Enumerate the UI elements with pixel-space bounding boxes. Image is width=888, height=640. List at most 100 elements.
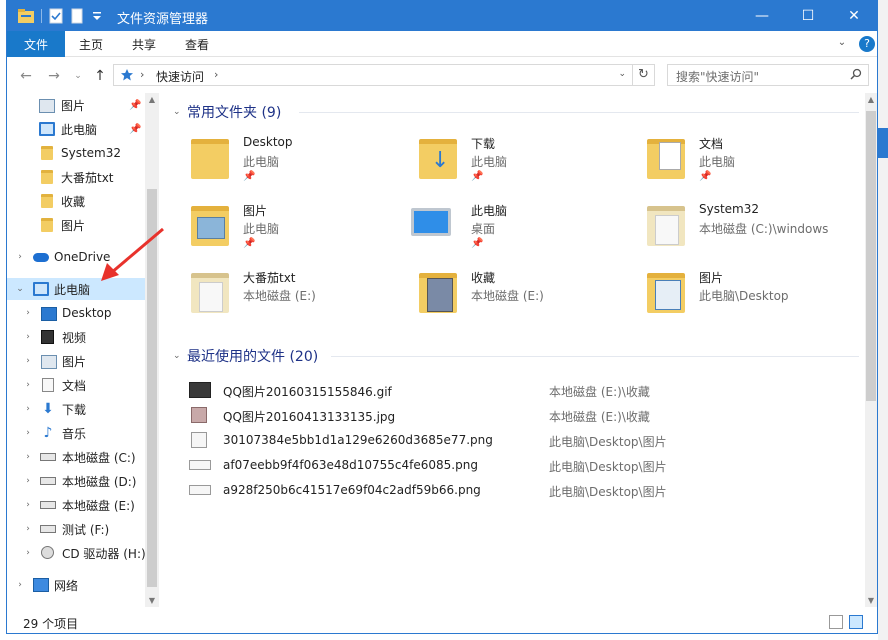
close-button[interactable]: ✕ [831, 1, 877, 31]
title-bar[interactable]: 文件资源管理器 — ☐ ✕ [7, 1, 877, 31]
up-button[interactable]: ↑ [91, 67, 109, 85]
chevron-right-icon[interactable]: › [23, 380, 33, 390]
section-title: 最近使用的文件 (20) [187, 349, 319, 365]
folder-icon [41, 194, 53, 208]
tab-share[interactable]: 共享 [117, 31, 171, 57]
chevron-right-icon[interactable]: › [23, 524, 33, 534]
expand-ribbon-icon[interactable]: ⌄ [835, 37, 849, 51]
scroll-up-icon[interactable]: ▲ [145, 95, 159, 104]
content-scrollbar-thumb[interactable] [866, 111, 876, 401]
scroll-down-icon[interactable]: ▼ [145, 596, 159, 605]
tile-pictures[interactable]: 图片 此电脑 📌 [181, 198, 405, 258]
nav-item-label: System32 [61, 146, 122, 160]
maximize-button[interactable]: ☐ [785, 1, 831, 31]
nav-item-pictures-pinned[interactable]: 图片 📌 [7, 94, 145, 116]
chevron-right-icon[interactable]: › [15, 580, 25, 590]
chevron-right-icon[interactable]: › [23, 500, 33, 510]
section-recent-files[interactable]: ⌄ 最近使用的文件 (20) [173, 346, 318, 366]
address-row: ← → ⌄ ↑ › 快速访问 › ⌄ ↻ 搜索"快速访问" [7, 57, 877, 93]
chevron-right-icon[interactable]: › [23, 452, 33, 462]
recent-file-name: af07eebb9f4f063e48d10755c4fe6085.png [223, 458, 478, 472]
chevron-down-icon[interactable]: ⌄ [15, 284, 25, 294]
details-view-icon[interactable] [829, 615, 843, 629]
tile-documents[interactable]: 文档 此电脑 📌 [637, 131, 861, 191]
recent-file-row[interactable]: QQ图片20160315155846.gif 本地磁盘 (E:)\收藏 [187, 378, 857, 402]
tile-downloads[interactable]: 下载 此电脑 📌 [409, 131, 633, 191]
tab-home[interactable]: 主页 [65, 31, 117, 57]
nav-item-onedrive[interactable]: › OneDrive [7, 246, 145, 268]
breadcrumb-separator[interactable]: › [140, 68, 144, 81]
chevron-right-icon[interactable]: › [23, 428, 33, 438]
content-scrollbar[interactable]: ▲ ▼ [865, 93, 877, 607]
desktop-icon [41, 307, 57, 321]
chevron-down-icon[interactable]: ⌄ [173, 107, 187, 117]
tile-desktop[interactable]: Desktop 此电脑 📌 [181, 131, 405, 191]
recent-file-row[interactable]: QQ图片20160413133135.jpg 本地磁盘 (E:)\收藏 [187, 403, 857, 427]
nav-item-pictures-folder[interactable]: 图片 [7, 214, 145, 236]
nav-item-drive-d[interactable]: › 本地磁盘 (D:) [7, 470, 145, 492]
chevron-right-icon[interactable]: › [23, 332, 33, 342]
recent-file-row[interactable]: 30107384e5bb1d1a129e6260d3685e77.png 此电脑… [187, 428, 857, 452]
tile-desktop-pictures[interactable]: 图片 此电脑\Desktop [637, 265, 861, 325]
tab-view[interactable]: 查看 [171, 31, 223, 57]
tab-file[interactable]: 文件 [7, 31, 65, 57]
new-folder-icon[interactable] [71, 7, 85, 25]
png-thumbnail-icon [191, 432, 207, 448]
recent-locations-button[interactable]: ⌄ [69, 67, 87, 85]
nav-item-label: 音乐 [62, 426, 87, 441]
explorer-window: 文件资源管理器 — ☐ ✕ 文件 主页 共享 查看 ⌄ ? ← → ⌄ ↑ › … [6, 0, 878, 634]
recent-file-row[interactable]: a928f250b6c41517e69f04c2adf59b66.png 此电脑… [187, 478, 857, 502]
nav-scrollbar[interactable]: ▲ ▼ [145, 93, 159, 607]
nav-item-network[interactable]: › 网络 [7, 574, 145, 596]
chevron-right-icon[interactable]: › [23, 404, 33, 414]
tile-system32[interactable]: System32 本地磁盘 (C:)\windows [637, 198, 861, 258]
nav-item-drive-f[interactable]: › 测试 (F:) [7, 518, 145, 540]
nav-item-label: 本地磁盘 (C:) [62, 450, 136, 465]
chevron-down-icon[interactable]: ⌄ [173, 351, 187, 361]
nav-item-cd-drive[interactable]: › CD 驱动器 (H:) [7, 542, 146, 564]
nav-item-favorites[interactable]: 收藏 [7, 190, 145, 212]
recent-file-path: 此电脑\Desktop\图片 [549, 460, 667, 474]
nav-item-documents[interactable]: › 文档 [7, 374, 145, 396]
help-icon[interactable]: ? [859, 36, 875, 52]
nav-scrollbar-thumb[interactable] [147, 189, 157, 587]
chevron-right-icon[interactable]: › [23, 356, 33, 366]
large-icons-view-icon[interactable] [849, 615, 863, 629]
chevron-right-icon[interactable]: › [23, 548, 33, 558]
chevron-right-icon[interactable]: › [23, 476, 33, 486]
back-button[interactable]: ← [17, 67, 35, 85]
search-icon[interactable] [850, 68, 862, 83]
scroll-down-icon[interactable]: ▼ [865, 596, 877, 605]
recent-file-row[interactable]: af07eebb9f4f063e48d10755c4fe6085.png 此电脑… [187, 453, 857, 477]
nav-item-drive-e[interactable]: › 本地磁盘 (E:) [7, 494, 145, 516]
section-frequent-folders[interactable]: ⌄ 常用文件夹 (9) [173, 102, 281, 122]
nav-item-music[interactable]: › ♪ 音乐 [7, 422, 145, 444]
recent-file-name: a928f250b6c41517e69f04c2adf59b66.png [223, 483, 481, 497]
nav-item-drive-c[interactable]: › 本地磁盘 (C:) [7, 446, 145, 468]
quick-access-folder-icon[interactable] [17, 7, 35, 25]
nav-item-pictures[interactable]: › 图片 [7, 350, 145, 372]
address-history-dropdown[interactable]: ⌄ [618, 69, 626, 79]
nav-item-this-pc-pinned[interactable]: 此电脑 📌 [7, 118, 145, 140]
search-box[interactable]: 搜索"快速访问" [667, 64, 869, 86]
breadcrumb-quick-access[interactable]: 快速访问 [156, 68, 204, 85]
refresh-button[interactable]: ↻ [633, 64, 655, 86]
chevron-right-icon[interactable]: › [23, 308, 33, 318]
nav-item-videos[interactable]: › 视频 [7, 326, 145, 348]
tile-favorites[interactable]: 收藏 本地磁盘 (E:) [409, 265, 633, 325]
nav-item-downloads[interactable]: › ⬇ 下载 [7, 398, 145, 420]
chevron-right-icon[interactable]: › [15, 252, 25, 262]
breadcrumb-separator-2[interactable]: › [214, 68, 218, 81]
nav-item-system32[interactable]: System32 [7, 142, 145, 164]
nav-item-this-pc[interactable]: ⌄ 此电脑 [7, 278, 145, 300]
nav-item-desktop[interactable]: › Desktop [7, 302, 145, 324]
tile-this-pc[interactable]: 此电脑 桌面 📌 [409, 198, 633, 258]
nav-item-tomato-txt[interactable]: 大番茄txt [7, 166, 145, 188]
customize-toolbar-icon[interactable] [91, 7, 105, 25]
address-bar[interactable]: › 快速访问 › ⌄ [113, 64, 633, 86]
properties-icon[interactable] [49, 7, 65, 25]
forward-button[interactable]: → [45, 67, 63, 85]
scroll-up-icon[interactable]: ▲ [865, 95, 877, 104]
minimize-button[interactable]: — [739, 1, 785, 31]
tile-tomato-txt[interactable]: 大番茄txt 本地磁盘 (E:) [181, 265, 405, 325]
